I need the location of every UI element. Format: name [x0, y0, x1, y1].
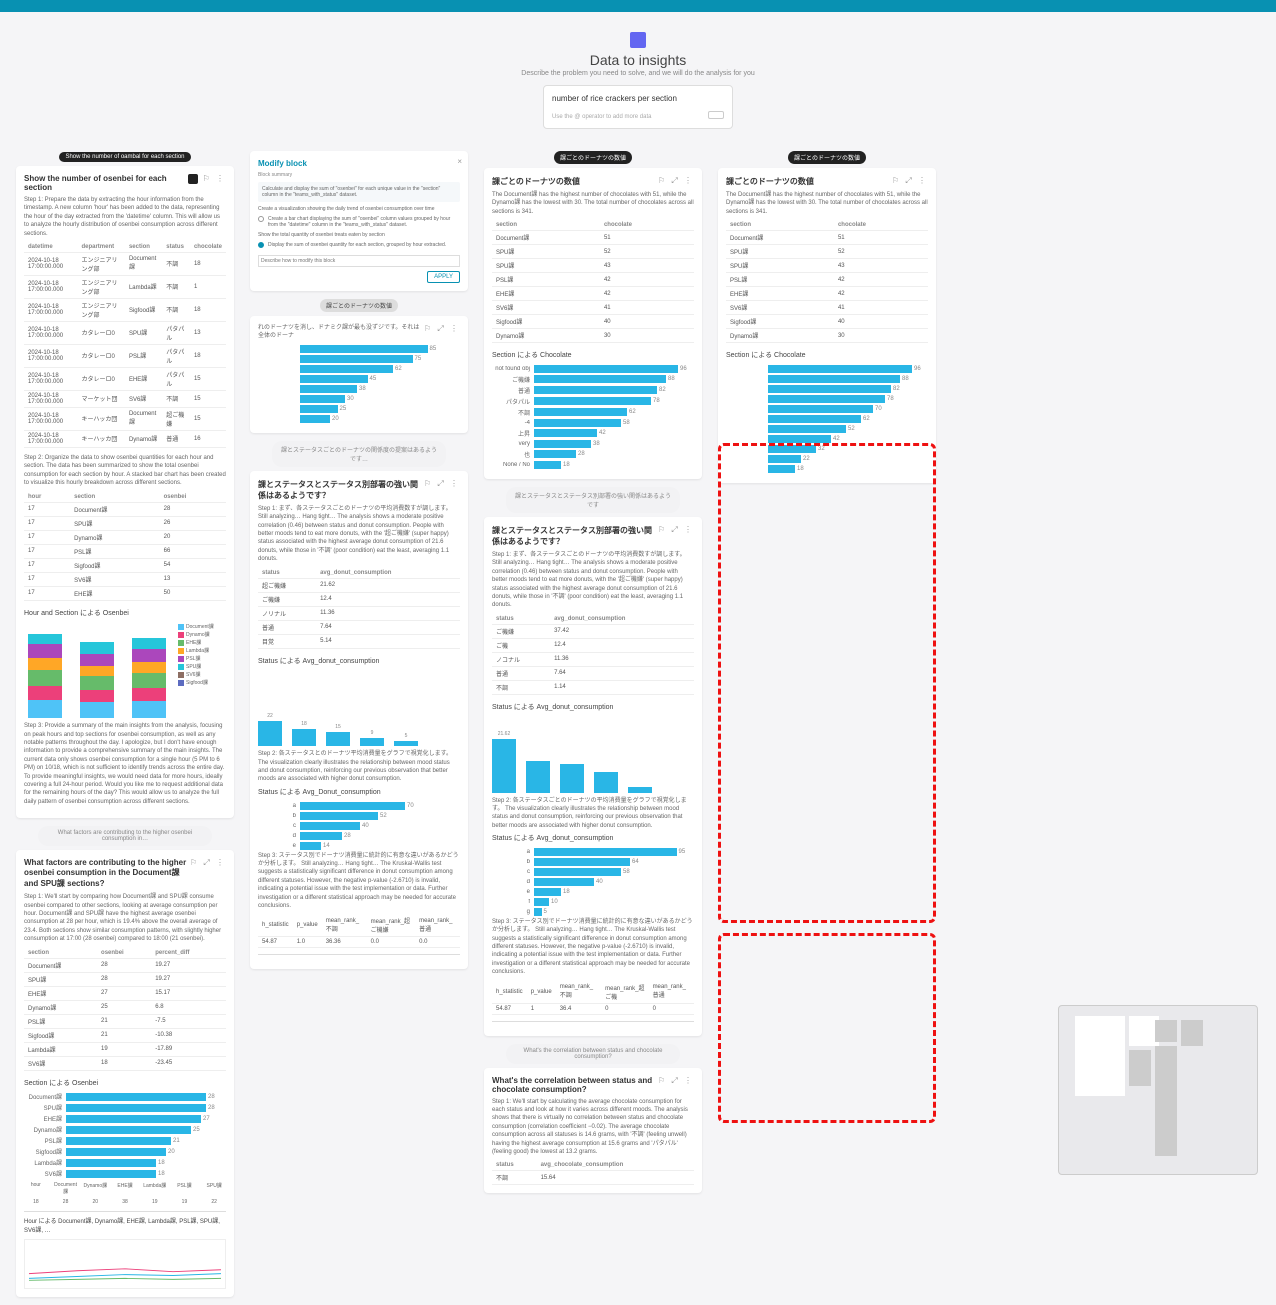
step-1: Step 1: Prepare the data by extracting t… [24, 196, 226, 238]
card-choco: ⚐ ⤢ ⋮ 課ごとのドーナツの数値 The Document課 has the … [484, 168, 702, 479]
choco-table: sectionchocolateDocument課51SPU課52SPU課43P… [726, 220, 928, 343]
card-tools[interactable]: ⚐ ⤢ ⋮ [190, 858, 226, 868]
prompt-text[interactable]: number of rice crackers per section [552, 94, 724, 103]
prompt-go-button[interactable] [708, 111, 724, 119]
modify-panel: × Modify block Block summary Calculate a… [250, 151, 468, 291]
card-tools[interactable]: ⚐ ⤢ ⋮ [658, 176, 694, 186]
chart2-title: Status による Avg_donut_consumption [492, 834, 694, 844]
block-summary: Calculate and display the sum of "osenbe… [258, 182, 460, 202]
step-2: Step 2: 各ステータスとのドーナツ平均消費量をグラフで視覚化します。 Th… [258, 750, 460, 784]
hbar-chart: Document課28SPU課28EHE課27Dynamo課25PSL課21Si… [24, 1092, 226, 1178]
hbar-chart: 8575624538302520 [258, 345, 460, 423]
minimap[interactable] [1058, 1005, 1258, 1175]
tab-col1[interactable]: Show the number of oambal for each secti… [59, 152, 190, 162]
step-2: Step 2: Organize the data to show osenbe… [24, 454, 226, 488]
vbar-chart: 22181595 [258, 670, 460, 750]
prompt-box[interactable]: number of rice crackers per section Use … [543, 85, 733, 129]
totals-row: 18282038191922 [24, 1199, 226, 1205]
card-tools[interactable]: ⚐ ⋮ [188, 174, 226, 184]
card-text: The Document課 has the highest number of … [492, 191, 694, 216]
step-1: Step 1: We'll start by comparing how Doc… [24, 893, 226, 943]
chart-title: Section による Chocolate [492, 351, 694, 361]
chart-title: Status による Avg_donut_consumption [492, 703, 694, 713]
card-text: Step 1: We'll start by calculating the a… [492, 1098, 694, 1157]
step-1: Step 1: まず、各ステータスごとのドーナツの平均消費数すが調します。 St… [258, 505, 460, 564]
step-2: Step 2: 各ステータスごとのドーナツの平均消費量をグラフで視覚化します。 … [492, 797, 694, 831]
card-tools[interactable]: ⚐ ⤢ ⋮ [658, 525, 694, 535]
step-1: Step 1: まず、各ステータスごとのドーナツの平均消費数すが調します。 St… [492, 551, 694, 610]
stats-table: h_statisticp_valuemean_rank_不調mean_rank_… [492, 981, 694, 1015]
apply-button[interactable]: APPLY [427, 271, 460, 283]
card-tools[interactable]: ⚐ ⤢ ⋮ [892, 176, 928, 186]
expand-icon [188, 174, 198, 184]
opt-heading-2: Show the total quantity of osenbei treat… [258, 232, 460, 238]
opt-heading: Create a visualization showing the daily… [258, 206, 460, 212]
diff-table: sectionosenbeipercent_diffDocument課2819.… [24, 948, 226, 1071]
card-factors: ⚐ ⤢ ⋮ What factors are contributing to t… [16, 850, 234, 1297]
chart-title: Section による Osenbei [24, 1079, 226, 1089]
chart-legend: Document課Dynamo課EHE課Lambda課PSL課SPU課SV6課S… [178, 622, 214, 722]
hbar-chart-2: a95b64c58d40e18f10g5 [492, 848, 694, 916]
choco-table: sectionchocolateDocument課51SPU課52SPU課43P… [492, 220, 694, 343]
stacked-chart [24, 622, 170, 722]
summary-header: Block summary [258, 172, 460, 178]
raw-table: datetimedepartmentsectionstatuschocolate… [24, 242, 226, 448]
line-title: Hour による Document課, Dynamo課, EHE課, Lambd… [24, 1218, 226, 1235]
chart-title: Hour and Section による Osenbei [24, 609, 226, 619]
status-table: statusavg_donut_consumptionご機嫌37.42ご機12.… [492, 614, 694, 695]
card-status-donut-2: ⚐ ⤢ ⋮ 課とステータスとステータス別部署の強い関係はあるようです？ Step… [484, 517, 702, 1036]
card-tools[interactable]: ⚐ ⤢ ⋮ [424, 479, 460, 489]
hbar-chart-2: a70b52c40d28e14 [258, 802, 460, 850]
suggestion-pill-2[interactable]: What's the correlation between status an… [506, 1044, 680, 1064]
chart-title: Status による Avg_donut_consumption [258, 657, 460, 667]
modify-title: Modify block [258, 159, 460, 168]
radio-icon [258, 242, 264, 248]
card-tools[interactable]: ⚐ ⤢ ⋮ [424, 324, 460, 334]
hbar-chart: not found obj96ご機嫌88普通82パタパル78不調62-458上昇… [492, 365, 694, 469]
prompt-placeholder: Use the @ operator to add more data [552, 114, 651, 120]
radio-icon [258, 216, 264, 222]
card-osenbei-per-section: ⚐ ⋮ Show the number of osenbei for each … [16, 166, 234, 818]
corr-table: statusavg_chocolate_consumption不調15.64 [492, 1160, 694, 1185]
selection-box-1 [718, 443, 936, 923]
card-text: The Document課 has the highest number of … [726, 191, 928, 216]
step-3: Step 3: Provide a summary of the main in… [24, 722, 226, 806]
tab-col2[interactable]: 課ごとのドーナツの数値 [320, 299, 398, 312]
stats-table: h_statisticp_valuemean_rank_不調mean_rank_… [258, 914, 460, 948]
summary-table: hoursectionosenbei17Document課2817SPU課261… [24, 492, 226, 601]
suggestion-pill[interactable]: What factors are contributing to the hig… [38, 826, 212, 846]
step-3: Step 3: ステータス別でドーナツ消費量に統計的に有意な違いがあるかどうか分… [258, 852, 460, 911]
status-table: statusavg_donut_consumption超ご機嫌21.62ご機嫌1… [258, 568, 460, 649]
app-title: Data to insights [0, 52, 1276, 68]
suggestion-pill[interactable]: 課とステータスごとのドーナツの関係度の提案はあるようです… [272, 441, 446, 467]
top-bar [0, 0, 1276, 12]
line-chart [24, 1239, 226, 1289]
totals-header: hourDocument課Dynamo課EHE課Lambda課PSL課SPU課 [24, 1182, 226, 1195]
hero: Data to insights Describe the problem yo… [0, 12, 1276, 143]
tab-col3[interactable]: 課ごとのドーナツの数値 [554, 151, 632, 164]
app-icon [630, 32, 646, 48]
card-tools[interactable]: ⚐ ⤢ ⋮ [658, 1076, 694, 1086]
card-correlation: ⚐ ⤢ ⋮ What's the correlation between sta… [484, 1068, 702, 1194]
modify-input[interactable] [258, 255, 460, 267]
vbar-chart: 21.62 [492, 717, 694, 797]
chart2-title: Status による Avg_Donut_consumption [258, 788, 460, 798]
card-choco-2: ⚐ ⤢ ⋮ 課ごとのドーナツの数値 The Document課 has the … [718, 168, 936, 483]
option-2[interactable]: Display the sum of osenbei quantity for … [258, 242, 460, 248]
selection-box-2 [718, 933, 936, 1123]
card-donut-pct: ⚐ ⤢ ⋮ れのドーナツを消し、ドナミク課が最も没ずジです。それは全体のドーナ … [250, 316, 468, 433]
canvas[interactable]: Show the number of oambal for each secti… [0, 143, 1276, 1193]
close-icon[interactable]: × [457, 157, 462, 166]
option-1[interactable]: Create a bar chart displaying the sum of… [258, 216, 460, 228]
chart-title: Section による Chocolate [726, 351, 928, 361]
card-status-donut: ⚐ ⤢ ⋮ 課とステータスとステータス別部署の強い関係はあるようです？ Step… [250, 471, 468, 970]
suggestion-pill[interactable]: 課とステータスとステータス別部署の強い関係はあるようです [506, 487, 680, 513]
app-subtitle: Describe the problem you need to solve, … [0, 70, 1276, 77]
step-3: Step 3: ステータス別でドーナツ消費量に統計的に有意な違いがあるかどうか分… [492, 918, 694, 977]
tab-col4[interactable]: 課ごとのドーナツの数値 [788, 151, 866, 164]
